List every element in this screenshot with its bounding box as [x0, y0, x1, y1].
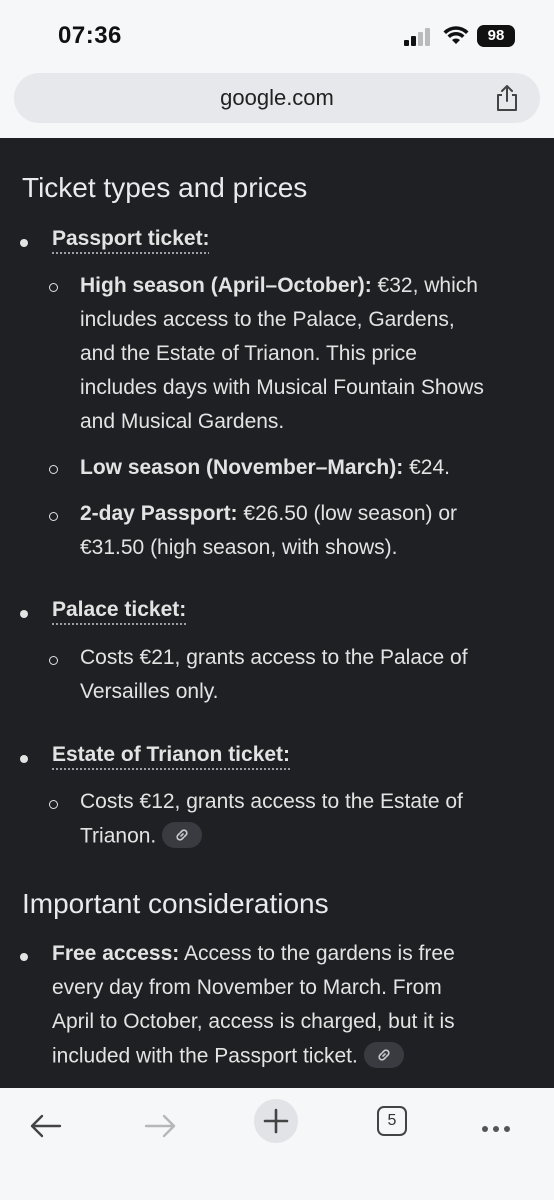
- two-day-text-2: €31.50 (high season, with shows).: [80, 536, 398, 559]
- heading-ticket-types: Ticket types and prices: [22, 172, 308, 203]
- trianon-text-2-line: Trianon.: [80, 822, 203, 850]
- palace-ticket-title[interactable]: Palace ticket:: [52, 598, 186, 622]
- wifi-icon: [443, 26, 469, 44]
- status-time: 07:36: [58, 22, 122, 49]
- bullet-icon: [20, 953, 28, 961]
- bullet-icon: [20, 610, 28, 618]
- forward-arrow-icon[interactable]: [140, 1106, 180, 1146]
- link-icon: [176, 829, 188, 841]
- trianon-text-2: Trianon.: [80, 824, 157, 848]
- trianon-text-1: Costs €12, grants access to the Estate o…: [80, 790, 463, 813]
- link-icon: [378, 1049, 390, 1061]
- high-season-label: High season (April–October):: [80, 274, 372, 297]
- address-bar[interactable]: google.com: [14, 73, 540, 123]
- browser-top-bar: 07:36 98 google.com: [0, 0, 554, 138]
- high-season-text-3: and the Estate of Trianon. This price: [80, 342, 417, 365]
- high-season-text-1: €32, which: [371, 274, 478, 297]
- two-day-line-1: 2-day Passport: €26.50 (low season) or: [80, 502, 457, 526]
- high-season-text-4: includes days with Musical Fountain Show…: [80, 376, 484, 399]
- free-access-text-3: April to October, access is charged, but…: [52, 1010, 455, 1033]
- url-text[interactable]: google.com: [14, 85, 540, 111]
- low-season-label: Low season (November–March):: [80, 456, 404, 479]
- low-season-line: Low season (November–March): €24.: [80, 456, 450, 480]
- free-access-text-1: Access to the gardens is free: [179, 942, 455, 965]
- sub-bullet-icon: [49, 656, 58, 665]
- battery-indicator: 98: [477, 25, 515, 47]
- bullet-icon: [20, 239, 28, 247]
- sub-bullet-icon: [49, 465, 58, 474]
- heading-important-considerations: Important considerations: [22, 888, 329, 919]
- plus-icon: [263, 1108, 289, 1134]
- palace-text-1: Costs €21, grants access to the Palace o…: [80, 646, 468, 669]
- two-day-text-1: €26.50 (low season) or: [237, 502, 458, 525]
- new-tab-button[interactable]: [254, 1099, 298, 1143]
- high-season-text-2: includes access to the Palace, Gardens,: [80, 308, 455, 331]
- bullet-icon: [20, 755, 28, 763]
- source-link-chip[interactable]: [162, 822, 203, 848]
- high-season-text-5: and Musical Gardens.: [80, 410, 285, 433]
- free-access-text-4-line: included with the Passport ticket.: [52, 1042, 404, 1070]
- browser-bottom-toolbar: 5: [0, 1088, 554, 1200]
- free-access-text-4: included with the Passport ticket.: [52, 1044, 358, 1068]
- source-link-chip[interactable]: [363, 1042, 404, 1068]
- answer-content: Ticket types and prices Passport ticket:…: [0, 138, 554, 1088]
- back-arrow-icon[interactable]: [26, 1106, 66, 1146]
- sub-bullet-icon: [49, 512, 58, 521]
- cellular-signal-icon: [404, 28, 434, 46]
- free-access-text-2: every day from November to March. From: [52, 976, 442, 999]
- trianon-ticket-title[interactable]: Estate of Trianon ticket:: [52, 743, 290, 767]
- free-access-label: Free access:: [52, 942, 180, 965]
- passport-ticket-title[interactable]: Passport ticket:: [52, 227, 210, 251]
- share-icon[interactable]: [494, 84, 520, 112]
- tab-switcher-button[interactable]: 5: [377, 1106, 407, 1136]
- free-access-line-1: Free access: Access to the gardens is fr…: [52, 942, 455, 966]
- high-season-line-1: High season (April–October): €32, which: [80, 274, 478, 298]
- palace-text-2: Versailles only.: [80, 680, 219, 703]
- more-options-icon[interactable]: [482, 1119, 515, 1137]
- low-season-text: €24.: [403, 456, 450, 479]
- sub-bullet-icon: [49, 800, 58, 809]
- two-day-label: 2-day Passport:: [80, 502, 238, 525]
- sub-bullet-icon: [49, 283, 58, 292]
